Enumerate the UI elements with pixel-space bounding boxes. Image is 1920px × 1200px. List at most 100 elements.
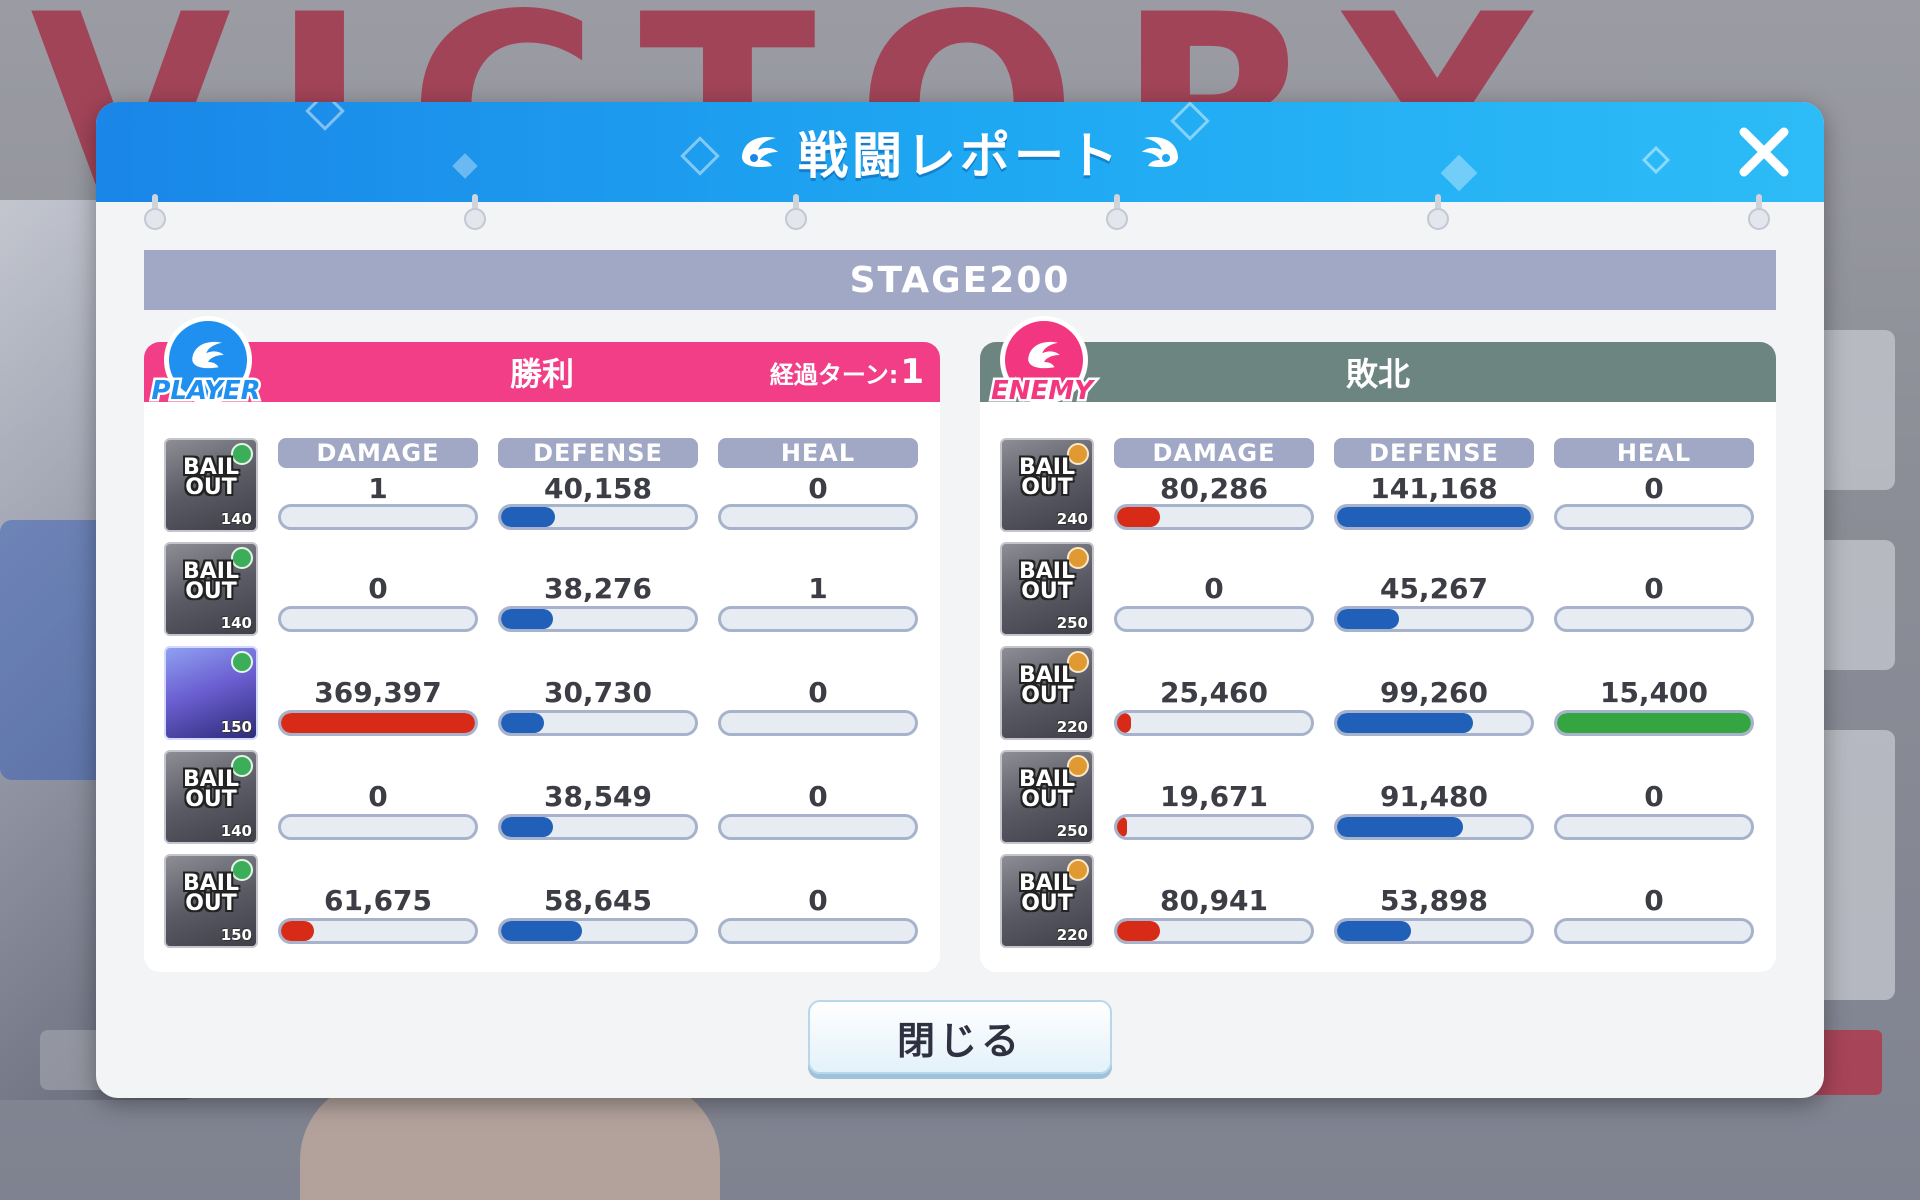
damage-stat: 25,460: [1114, 646, 1314, 740]
unit-portrait[interactable]: 150: [164, 646, 258, 740]
element-icon: [231, 651, 253, 673]
damage-bar: [1114, 918, 1314, 944]
unit-portrait[interactable]: BAIL OUT 140: [164, 542, 258, 636]
unit-row: BAIL OUT 140 0 38,549 0: [164, 750, 920, 854]
unit-row: BAIL OUT 220 80,941 53,898 0: [1000, 854, 1756, 958]
heal-bar: [718, 710, 918, 736]
bail-out-label: BAIL OUT: [1019, 871, 1075, 916]
enemy-badge-label: ENEMY: [989, 374, 1096, 409]
heal-value: 0: [808, 676, 828, 709]
damage-bar: [1114, 504, 1314, 530]
defense-bar-fill: [501, 921, 583, 941]
defense-stat: 99,260: [1334, 646, 1534, 740]
heal-value: 0: [1644, 884, 1664, 917]
player-panel: 勝利 経過ターン: 1 PLAYER BAIL OUT 140 DAMAGE 1 DEFE…: [144, 316, 940, 972]
unit-portrait[interactable]: BAIL OUT 140: [164, 438, 258, 532]
unit-portrait[interactable]: BAIL OUT 220: [1000, 854, 1094, 948]
defense-bar-fill: [1337, 713, 1473, 733]
unit-portrait[interactable]: BAIL OUT 240: [1000, 438, 1094, 532]
elapsed-turns-label: 経過ターン:: [769, 360, 899, 389]
damage-stat: 61,675: [278, 854, 478, 948]
defense-bar: [1334, 504, 1534, 530]
heal-column-header: HEAL: [1554, 438, 1754, 468]
heal-stat: 1: [718, 542, 918, 636]
damage-stat: 0: [278, 750, 478, 844]
heal-stat: 0: [718, 646, 918, 740]
heal-bar: [718, 504, 918, 530]
unit-row: BAIL OUT 250 0 45,267 0: [1000, 542, 1756, 646]
defense-value: 58,645: [543, 884, 653, 917]
damage-value: 19,671: [1159, 780, 1269, 813]
wing-icon: [1142, 136, 1178, 168]
heal-bar: [718, 606, 918, 632]
damage-stat: DAMAGE 1: [278, 438, 478, 532]
damage-bar: [1114, 606, 1314, 632]
damage-value: 61,675: [323, 884, 433, 917]
unit-portrait[interactable]: BAIL OUT 250: [1000, 542, 1094, 636]
damage-value: 369,397: [314, 676, 442, 709]
damage-value: 1: [368, 472, 388, 505]
damage-bar: [278, 814, 478, 840]
defense-value: 45,267: [1379, 572, 1489, 605]
binder-pins: [96, 194, 1824, 234]
heal-value: 1: [808, 572, 828, 605]
damage-column-header: DAMAGE: [278, 438, 478, 468]
bail-out-label: BAIL OUT: [1019, 663, 1075, 708]
unit-level: 150: [220, 926, 252, 944]
unit-row: BAIL OUT 250 19,671 91,480 0: [1000, 750, 1756, 854]
player-unit-list: BAIL OUT 140 DAMAGE 1 DEFENSE 40,158 HEAL 0 BAIL O…: [164, 438, 920, 958]
damage-value: 0: [368, 780, 388, 813]
defense-value: 38,276: [543, 572, 653, 605]
damage-value: 25,460: [1159, 676, 1269, 709]
dialog-title-text: 戦闘レポート: [798, 127, 1122, 185]
damage-bar: [1114, 814, 1314, 840]
bail-out-label: BAIL OUT: [1019, 767, 1075, 812]
player-badge: PLAYER: [140, 316, 272, 426]
defense-bar: [1334, 814, 1534, 840]
defense-bar-fill: [1337, 817, 1464, 837]
unit-portrait[interactable]: BAIL OUT 150: [164, 854, 258, 948]
defense-bar: [1334, 606, 1534, 632]
heal-bar: [1554, 710, 1754, 736]
close-button-label: 閉じる: [896, 1018, 1023, 1063]
elapsed-turns-value: 1: [900, 352, 924, 392]
unit-level: 140: [220, 614, 252, 632]
damage-bar-fill: [1117, 713, 1131, 733]
heal-value: 0: [1644, 780, 1664, 813]
defense-stat: 30,730: [498, 646, 698, 740]
defense-stat: 38,276: [498, 542, 698, 636]
defense-stat: 58,645: [498, 854, 698, 948]
bail-out-label: BAIL OUT: [183, 871, 239, 916]
close-button[interactable]: 閉じる: [808, 1000, 1112, 1074]
pin-decor: [462, 194, 488, 230]
defense-column-header: DEFENSE: [498, 438, 698, 468]
defense-column-header: DEFENSE: [1334, 438, 1534, 468]
damage-bar: [278, 710, 478, 736]
unit-row: BAIL OUT 220 25,460 99,260 15,400: [1000, 646, 1756, 750]
close-icon[interactable]: [1734, 122, 1794, 182]
heal-bar: [718, 814, 918, 840]
bail-out-label: BAIL OUT: [183, 455, 239, 500]
bail-out-label: BAIL OUT: [183, 559, 239, 604]
pin-decor: [1425, 194, 1451, 230]
heal-stat: 0: [1554, 854, 1754, 948]
unit-portrait[interactable]: BAIL OUT 250: [1000, 750, 1094, 844]
pin-decor: [783, 194, 809, 230]
defense-bar: [498, 710, 698, 736]
defense-bar-fill: [501, 609, 554, 629]
player-badge-label: PLAYER: [149, 374, 263, 409]
enemy-unit-list: BAIL OUT 240 DAMAGE 80,286 DEFENSE 141,168 HEAL…: [1000, 438, 1756, 958]
defense-value: 40,158: [543, 472, 653, 505]
defense-stat: DEFENSE 40,158: [498, 438, 698, 532]
wing-icon: [1028, 341, 1060, 369]
unit-row: BAIL OUT 140 DAMAGE 1 DEFENSE 40,158 HEAL 0: [164, 438, 920, 542]
unit-portrait[interactable]: BAIL OUT 140: [164, 750, 258, 844]
damage-bar-fill: [1117, 817, 1127, 837]
character-illustration: [300, 1080, 720, 1200]
defense-stat: 38,549: [498, 750, 698, 844]
damage-bar-fill: [1117, 507, 1160, 527]
heal-stat: 0: [718, 750, 918, 844]
defense-value: 99,260: [1379, 676, 1489, 709]
unit-portrait[interactable]: BAIL OUT 220: [1000, 646, 1094, 740]
heal-bar: [1554, 504, 1754, 530]
